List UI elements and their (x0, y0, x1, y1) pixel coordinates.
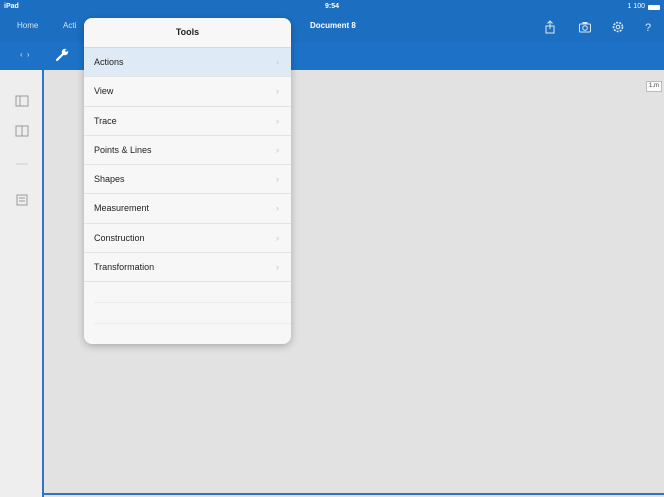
menu-item-measurement[interactable]: Measurement › (84, 194, 291, 224)
share-icon[interactable] (543, 20, 557, 34)
page-indicator: 1.m (645, 81, 662, 92)
gear-icon[interactable] (611, 20, 625, 34)
clock: 9:54 (324, 3, 339, 10)
menu-item-label: View (94, 86, 114, 97)
battery-icon (648, 4, 660, 10)
chevron-right-icon: › (276, 203, 279, 214)
menu-item-points-lines[interactable]: Points & Lines › (84, 136, 291, 166)
document-title: Document 8 (310, 21, 356, 30)
menu-item-label: Construction (94, 232, 145, 243)
menu-item-construction[interactable]: Construction › (84, 224, 291, 254)
empty-row (94, 324, 291, 344)
calculator-icon[interactable] (15, 194, 29, 206)
tools-popover: Tools Actions › View › Trace › Points & … (84, 18, 291, 344)
camera-icon[interactable] (578, 20, 592, 34)
chevron-right-icon: › (276, 86, 279, 97)
empty-row (94, 282, 291, 304)
chevron-right-icon: › (276, 262, 279, 273)
popover-title: Tools (84, 18, 291, 48)
help-icon[interactable]: ? (641, 20, 655, 34)
chevron-right-icon: › (276, 232, 279, 243)
chevron-right-icon: › (276, 144, 279, 155)
chevron-right-icon: › (276, 174, 279, 185)
svg-text:?: ? (645, 22, 651, 34)
chevron-right-icon: › (276, 115, 279, 126)
tools-menu: Actions › View › Trace › Points & Lines … (84, 48, 291, 344)
empty-row (94, 303, 291, 325)
battery-status: 1 100 (627, 0, 660, 14)
status-bar: iPad 9:54 1 100 (0, 0, 664, 14)
book-icon[interactable] (15, 125, 29, 137)
menu-item-transformation[interactable]: Transformation › (84, 253, 291, 283)
menu-item-label: Points & Lines (94, 144, 152, 155)
menu-item-view[interactable]: View › (84, 77, 291, 107)
left-sidebar (0, 70, 44, 497)
menu-item-label: Measurement (94, 203, 150, 214)
panel-icon[interactable] (15, 95, 29, 107)
chevron-right-icon: › (276, 57, 279, 67)
menu-item-label: Shapes (94, 174, 125, 185)
menu-item-shapes[interactable]: Shapes › (84, 165, 291, 195)
actions-link[interactable]: Acti (63, 21, 76, 30)
wrench-icon[interactable] (54, 47, 70, 63)
home-link[interactable]: Home (17, 21, 38, 30)
canvas-border (44, 493, 664, 495)
menu-item-trace[interactable]: Trace › (84, 107, 291, 136)
battery-percentage: 1 100 (627, 3, 645, 10)
menu-item-label: Trace (94, 115, 117, 126)
menu-item-label: Transformation (94, 262, 155, 273)
sidebar-toggle-button[interactable]: ‹ › (20, 50, 31, 59)
divider-icon (16, 163, 28, 165)
menu-item-actions[interactable]: Actions › (84, 48, 291, 78)
menu-item-label: Actions (94, 57, 124, 67)
